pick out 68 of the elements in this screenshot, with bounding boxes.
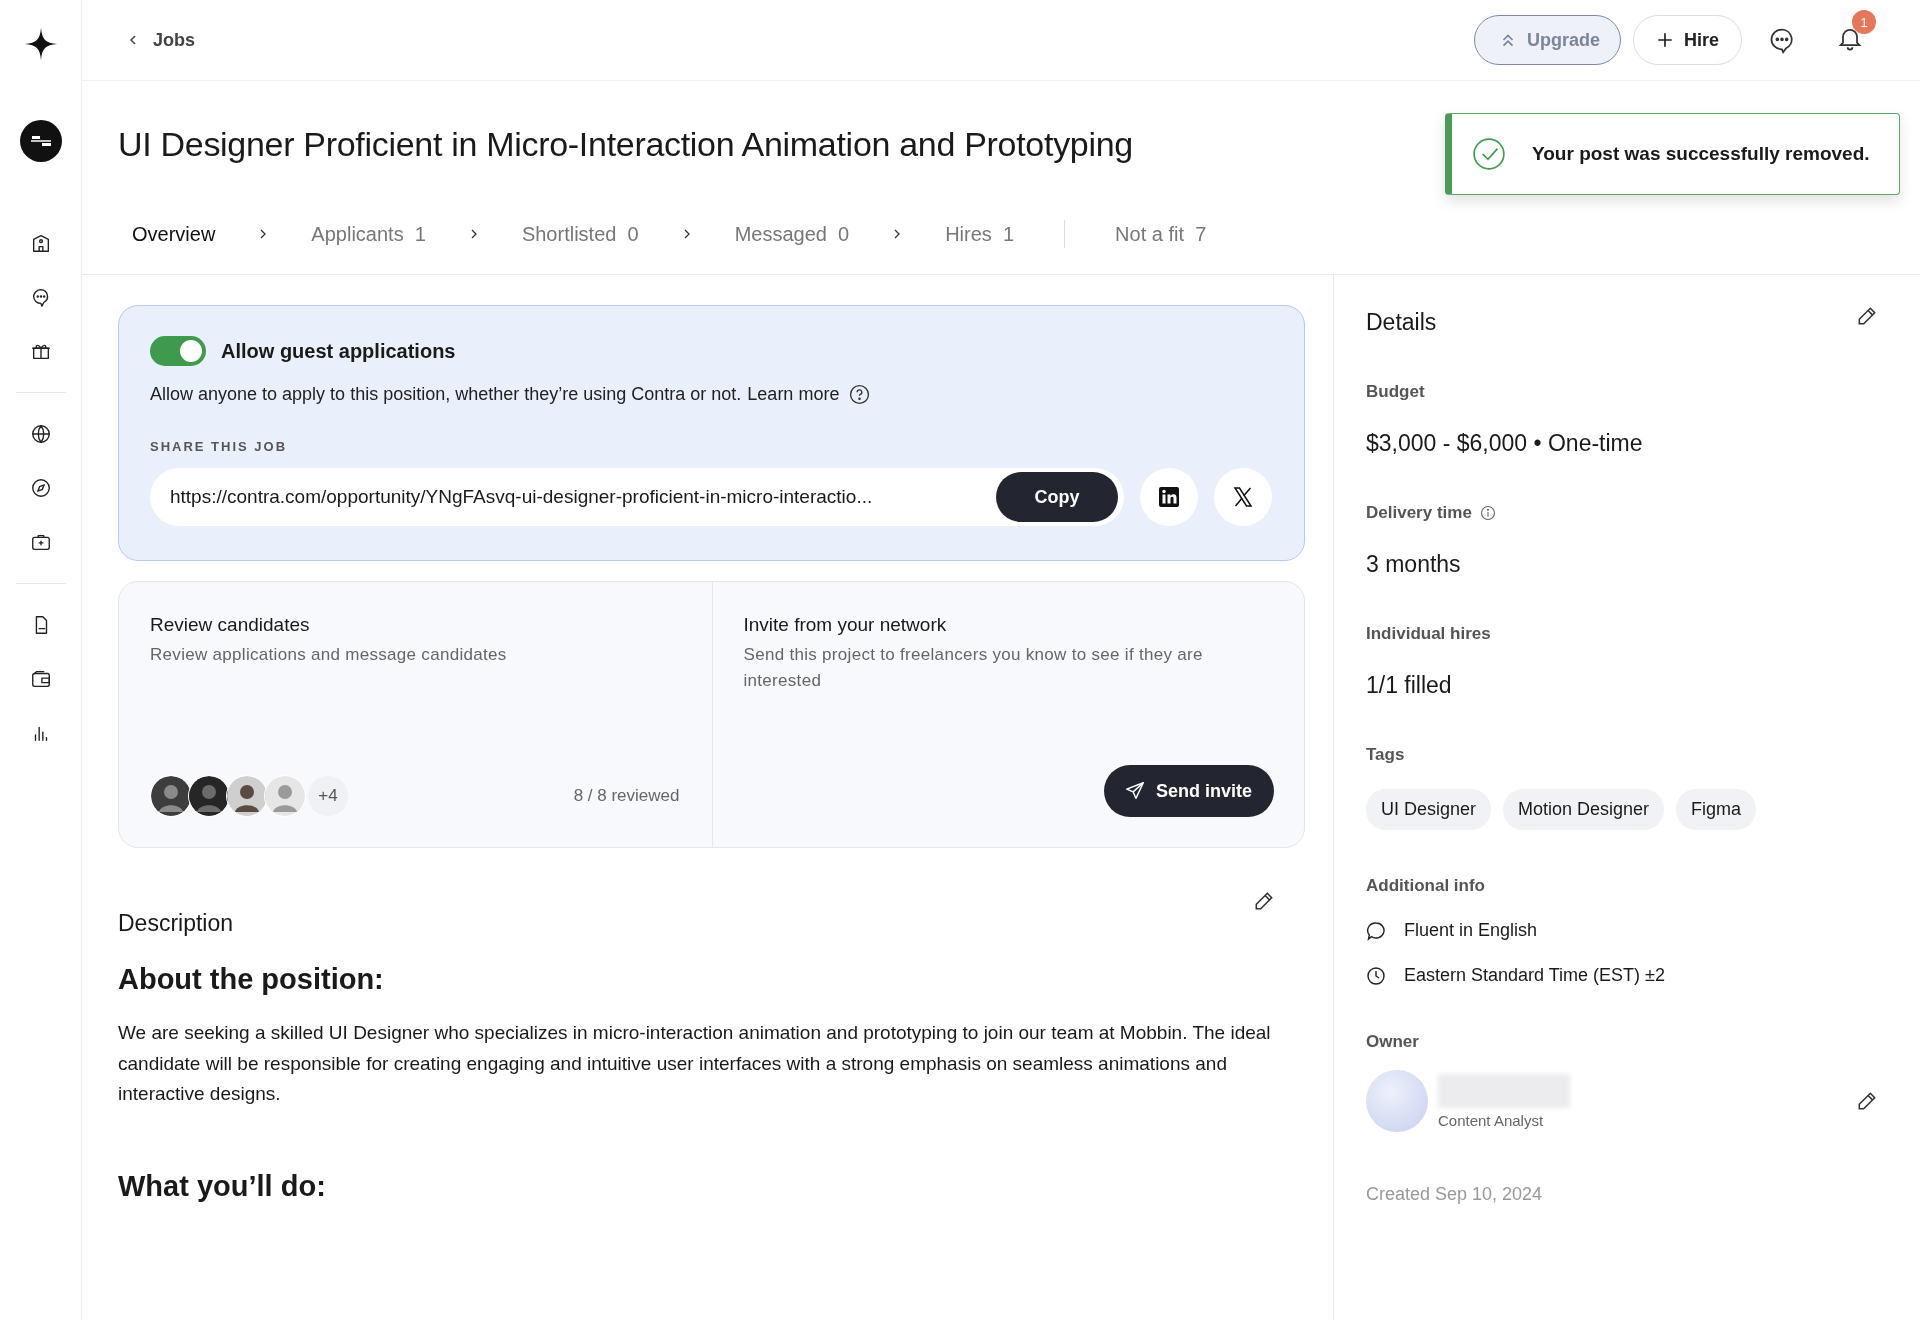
share-label: SHARE THIS JOB <box>150 439 289 454</box>
tab[interactable]: Applicants 1 <box>311 222 426 246</box>
tab[interactable]: Messaged 0 <box>734 222 850 246</box>
field-label: Individual hires <box>1366 624 1491 644</box>
edit-icon[interactable] <box>1856 305 1878 327</box>
card-subtitle: Review applications and message candidates <box>150 644 508 666</box>
tab[interactable]: Overview <box>132 222 216 246</box>
toggle-label: Allow guest applications <box>221 339 456 363</box>
field-label: Tags <box>1366 745 1406 765</box>
copy-button[interactable]: Copy <box>996 472 1118 522</box>
plus-icon <box>1656 31 1674 49</box>
description-text: We are seeking a skilled UI Designer who specializes in micro-interaction animation and prototyping to join our team at Mobbin. The ideal candidate will be responsible for creating engaging and intuitive user interfaces with a strong emphasis on seamless animations and interactive designs. <box>118 1021 1272 1106</box>
card-title: Invite from your network <box>743 614 948 636</box>
candidate-avatar[interactable] <box>150 775 192 817</box>
messages-icon[interactable] <box>1768 26 1796 54</box>
paper-plane-icon <box>1123 780 1146 802</box>
more-candidates-count: +4 <box>308 776 348 816</box>
tab[interactable]: Hires 1 <box>945 222 1015 246</box>
info-text: Fluent in English <box>1404 920 1538 941</box>
globe-icon[interactable] <box>29 423 52 445</box>
edit-icon[interactable] <box>1856 1090 1878 1112</box>
tab[interactable]: Shortlisted 0 <box>521 222 639 246</box>
field-label: Additional info <box>1366 876 1486 896</box>
tag-chip: Motion Designer <box>1503 789 1665 830</box>
created-date: Created Sep 10, 2024 <box>1366 1184 1544 1205</box>
check-icon <box>1472 137 1506 171</box>
send-invite-button[interactable]: Send invite <box>1103 765 1274 817</box>
guest-description: Allow anyone to apply to this position, whether they’re using Contra or not. <box>150 384 742 405</box>
field-value: 1/1 filled <box>1366 672 1453 699</box>
hire-button[interactable]: Hire <box>1633 15 1742 65</box>
info-text: Eastern Standard Time (EST) ±2 <box>1404 965 1665 986</box>
speech-bubble-icon <box>1366 920 1386 941</box>
notification-badge: 1 <box>1852 10 1876 34</box>
field-value: 3 months <box>1366 551 1462 578</box>
share-url-field[interactable]: https://contra.com/opportunity/YNgFAsvq-ui-designer-proficient-in-micro-interactio... Copy <box>150 468 1124 526</box>
reviewed-count: 8 / 8 reviewed <box>573 786 680 806</box>
tab[interactable]: Not a fit 7 <box>1115 222 1207 246</box>
job-title: UI Designer Proficient in Micro-Interaction Animation and Prototyping <box>118 125 1133 164</box>
help-icon[interactable] <box>849 384 871 405</box>
wallet-icon[interactable] <box>29 668 52 690</box>
compass-icon[interactable] <box>29 477 52 499</box>
edit-icon[interactable] <box>1253 890 1275 912</box>
field-label: Owner <box>1366 1032 1420 1052</box>
linkedin-icon <box>1157 485 1181 509</box>
owner-role: Content Analyst <box>1438 1111 1545 1129</box>
back-chevron-icon <box>127 34 139 46</box>
field-label: Budget <box>1366 382 1425 402</box>
card-title: Review candidates <box>150 614 311 636</box>
field-label: Delivery time <box>1366 503 1472 523</box>
learn-more-link[interactable]: Learn more <box>747 384 840 405</box>
field-value: $3,000 - $6,000 • One-time <box>1366 430 1644 457</box>
description-heading: What you’ll do: <box>118 1169 327 1203</box>
candidate-avatar[interactable] <box>226 775 268 817</box>
description-heading: About the position: <box>118 963 385 996</box>
details-title: Details <box>1366 309 1437 336</box>
back-link[interactable]: Jobs <box>127 29 195 51</box>
x-icon <box>1231 485 1255 509</box>
workspace-avatar[interactable] <box>19 120 62 162</box>
share-url: https://contra.com/opportunity/YNgFAsvq-ui-designer-proficient-in-micro-interactio... <box>170 486 873 508</box>
section-title: Description <box>118 910 234 937</box>
toast-message: Your post was successfully removed. <box>1532 143 1870 165</box>
toggle-switch[interactable] <box>150 336 206 366</box>
tag-chip: Figma <box>1676 789 1757 830</box>
clock-icon <box>1366 965 1386 986</box>
card-subtitle: Send this project to freelancers you know to see if they are interested <box>743 644 1204 692</box>
tag-chip: UI Designer <box>1366 789 1492 830</box>
candidate-avatar[interactable] <box>188 775 230 817</box>
info-icon[interactable] <box>1479 505 1496 521</box>
